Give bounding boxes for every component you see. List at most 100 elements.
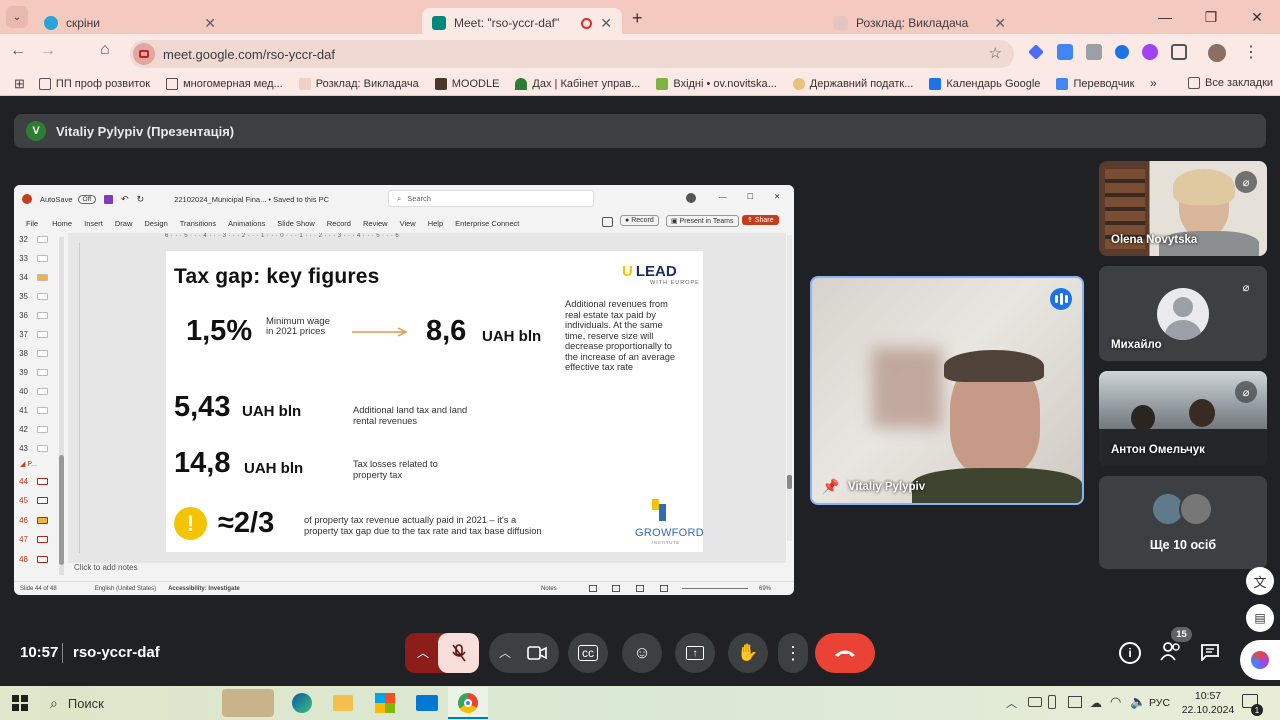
chat-button[interactable]	[1200, 643, 1220, 663]
mic-toggle-button[interactable]	[438, 633, 479, 673]
slide-thumbnail[interactable]: 48	[14, 551, 58, 567]
slide-thumbnail[interactable]: 38	[14, 345, 58, 361]
slide-thumbnail[interactable]: 37	[14, 326, 58, 342]
ppt-minimize-button[interactable]: —	[719, 192, 727, 201]
bookmark-item[interactable]: Календарь Google	[929, 77, 1040, 90]
speaker-tile[interactable]: 📌 Vitaliy Pylypiv	[810, 276, 1084, 505]
home-button[interactable]: ⌂	[100, 41, 110, 59]
slide-scrollbar[interactable]	[787, 235, 792, 541]
slide-thumbnail[interactable]: 46	[14, 512, 58, 528]
slide-thumbnail[interactable]: 33	[14, 250, 58, 266]
more-options-button[interactable]: ⋮	[778, 633, 808, 673]
chrome-taskbar-button[interactable]	[448, 687, 488, 719]
slide-thumbnail[interactable]: 34	[14, 269, 58, 285]
tray-chevron-icon[interactable]: ︿	[1006, 695, 1017, 711]
clock[interactable]: 10:57 22.10.2024	[1180, 689, 1236, 717]
audio-options-chevron-icon[interactable]: ︿	[417, 644, 429, 661]
present-button[interactable]: ↑	[675, 633, 715, 673]
menu-review[interactable]: Review	[363, 219, 388, 228]
bookmark-item[interactable]: MOODLE	[434, 77, 499, 90]
save-icon[interactable]	[104, 194, 114, 204]
autosave-toggle[interactable]: Off	[77, 194, 97, 204]
menu-file[interactable]: File	[26, 219, 38, 228]
menu-insert[interactable]: Insert	[84, 219, 103, 228]
extension-icon[interactable]	[1028, 44, 1044, 60]
normal-view-icon[interactable]	[589, 585, 597, 592]
participant-tile-mykhailo[interactable]: ⌀ Михайло	[1099, 266, 1267, 361]
bookmark-item[interactable]: Вхідні • ov.novitska...	[656, 77, 777, 90]
slide-thumbnail[interactable]: 47	[14, 532, 58, 548]
close-tab-icon[interactable]: ✕	[600, 15, 612, 32]
captions-button[interactable]: cc	[568, 633, 608, 673]
translate-icon[interactable]: 文	[1246, 567, 1274, 595]
zoom-slider[interactable]	[682, 588, 748, 589]
redo-icon[interactable]: ↻	[137, 194, 145, 205]
record-button[interactable]: ● Record	[620, 215, 659, 226]
bookmark-item[interactable]: Розклад: Викладача	[298, 77, 419, 90]
notes-area[interactable]: Click to add notes	[74, 563, 138, 572]
extension-icon[interactable]	[1142, 44, 1158, 60]
browser-menu-icon[interactable]: ⋮	[1243, 42, 1259, 62]
reading-view-icon[interactable]	[636, 585, 644, 592]
menu-transitions[interactable]: Transitions	[180, 219, 216, 228]
bookmark-item[interactable]: Переводчик	[1056, 77, 1134, 90]
menu-design[interactable]: Design	[144, 219, 167, 228]
gemini-icon[interactable]	[1240, 640, 1280, 680]
extension-icon[interactable]	[1086, 44, 1102, 60]
slide-thumbnail[interactable]: 36	[14, 307, 58, 323]
widgets-icon[interactable]	[222, 689, 274, 717]
more-bookmarks-icon[interactable]: »	[1150, 76, 1157, 90]
slide-thumbnail[interactable]: 41	[14, 402, 58, 418]
close-tab-icon[interactable]: ✕	[204, 15, 216, 32]
video-options-chevron-icon[interactable]: ︿	[499, 644, 511, 661]
participant-tile-anton[interactable]: ⌀ Антон Омельчук	[1099, 371, 1267, 466]
slide-canvas[interactable]: Tax gap: key figures U LEAD WITH EUROPE 1…	[166, 251, 704, 552]
section-label[interactable]: ◢ P...	[20, 460, 37, 468]
translate-icon[interactable]	[1057, 44, 1073, 60]
bookmark-item[interactable]: Державний податк...	[792, 77, 913, 90]
address-bar[interactable]: meet.google.com/rso-yccr-daf ☆	[130, 40, 1014, 68]
maximize-button[interactable]: ❐	[1188, 0, 1234, 34]
user-icon[interactable]	[686, 193, 696, 203]
wifi-icon[interactable]: ◠	[1110, 694, 1121, 710]
cloud-icon[interactable]: ☁	[1090, 696, 1102, 710]
slide-thumbnail[interactable]: 32	[14, 231, 58, 247]
bookmark-item[interactable]: ПП проф розвиток	[38, 77, 150, 90]
slide-thumbnail[interactable]: 44	[14, 473, 58, 489]
slide-thumbnail[interactable]: 40	[14, 383, 58, 399]
menu-help[interactable]: Help	[428, 219, 443, 228]
usb-icon[interactable]	[1048, 695, 1056, 709]
ppt-close-button[interactable]: ✕	[774, 192, 780, 201]
slide-thumbnail[interactable]: 35	[14, 288, 58, 304]
people-button[interactable]	[1159, 640, 1183, 664]
bookmark-item[interactable]: многомерная мед...	[166, 77, 283, 90]
forward-button[interactable]: →	[40, 42, 56, 60]
slide-thumbnail[interactable]: 43	[14, 440, 58, 456]
extension-icon[interactable]	[1115, 45, 1129, 59]
menu-slideshow[interactable]: Slide Show	[277, 219, 315, 228]
emoji-button[interactable]: ☺	[622, 633, 662, 673]
share-button[interactable]: ⇪ Share	[742, 215, 779, 225]
tab-search-button[interactable]: ⌄	[6, 6, 28, 28]
site-info-icon[interactable]	[133, 43, 155, 65]
battery-icon[interactable]	[1028, 697, 1042, 707]
menu-home[interactable]: Home	[52, 219, 72, 228]
display-icon[interactable]	[1068, 696, 1082, 708]
volume-icon[interactable]: 🔈	[1130, 694, 1146, 710]
present-teams-button[interactable]: ▣ Present in Teams	[666, 215, 739, 227]
zoom-level[interactable]: 69%	[759, 586, 771, 592]
ppt-maximize-button[interactable]: ☐	[747, 192, 754, 201]
ppt-search-box[interactable]: ⌕ Search	[388, 190, 594, 207]
taskbar-search[interactable]: ⌕ Поиск	[40, 686, 220, 720]
reader-icon[interactable]: ▤	[1246, 604, 1274, 632]
menu-view[interactable]: View	[400, 219, 416, 228]
pin-icon[interactable]: 📌	[822, 478, 839, 495]
more-participants-tile[interactable]: Ще 10 осіб	[1099, 476, 1267, 569]
sorter-view-icon[interactable]	[612, 585, 620, 592]
bookmark-star-icon[interactable]: ☆	[989, 44, 1002, 62]
apps-grid-icon[interactable]: ⊞	[14, 76, 25, 92]
accessibility-status[interactable]: Accessibility: Investigate	[168, 586, 240, 592]
comments-icon[interactable]	[602, 217, 613, 227]
slide-thumbnail[interactable]: 39	[14, 364, 58, 380]
thumbnail-scrollbar[interactable]	[59, 237, 64, 575]
